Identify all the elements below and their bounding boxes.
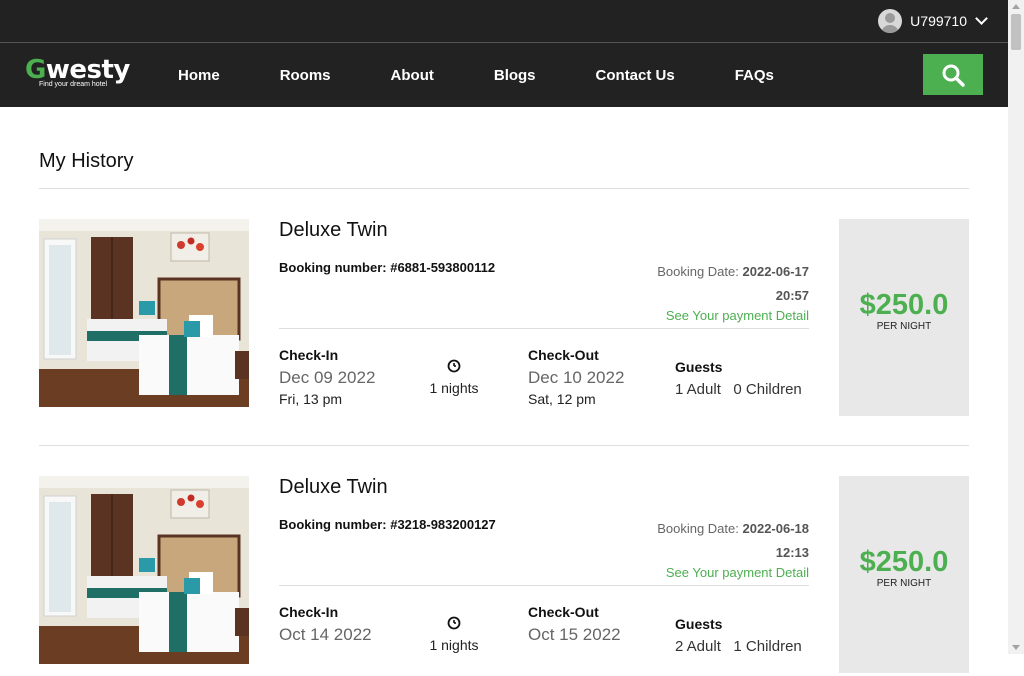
nights-count: 1 nights <box>429 380 479 396</box>
per-night-label: PER NIGHT <box>876 321 932 332</box>
clock-icon <box>447 616 461 630</box>
user-menu[interactable]: U799710 <box>878 9 988 33</box>
room-photo <box>39 476 249 664</box>
check-in: Check-In Oct 14 2022 <box>279 604 372 648</box>
children-count: 1 Children <box>733 638 802 655</box>
booking-card: Deluxe Twin Booking number: #6881-593800… <box>39 219 969 446</box>
nav-faqs[interactable]: FAQs <box>735 67 774 84</box>
divider <box>39 188 969 189</box>
price-box: $250.0 PER NIGHT <box>839 219 969 416</box>
check-in-label: Check-In <box>279 347 339 363</box>
booking-date-value: 2022-06-17 <box>742 264 810 279</box>
page-title: My History <box>39 150 134 172</box>
guests-label: Guests <box>675 616 723 632</box>
check-out-date: Dec 10 2022 <box>528 368 625 387</box>
chevron-down-icon <box>975 12 988 25</box>
guests: Guests 1 Adult 0 Children <box>675 359 802 398</box>
booking-date-label: Booking Date: <box>657 521 739 536</box>
booking-card: Deluxe Twin Booking number: #3218-983200… <box>39 476 969 676</box>
nav-about[interactable]: About <box>391 67 434 84</box>
scroll-thumb[interactable] <box>1011 14 1021 50</box>
check-in-label: Check-In <box>279 604 339 620</box>
booking-number: Booking number: #6881-593800112 <box>279 260 496 275</box>
adults-count: 1 Adult <box>675 381 721 398</box>
nights: 1 nights <box>409 616 499 653</box>
booking-date: Booking Date: 2022-06-18 12:13 <box>579 517 809 565</box>
scroll-up-icon[interactable] <box>1012 4 1020 9</box>
booking-time-value: 12:13 <box>775 545 809 560</box>
price: $250.0 <box>859 289 949 321</box>
per-night-label: PER NIGHT <box>876 578 932 589</box>
booking-date: Booking Date: 2022-06-17 20:57 <box>579 260 809 308</box>
room-name: Deluxe Twin <box>279 219 388 241</box>
scroll-down-icon[interactable] <box>1012 645 1020 650</box>
check-in-date: Dec 09 2022 <box>279 368 376 387</box>
room-name: Deluxe Twin <box>279 476 388 498</box>
search-button[interactable] <box>923 54 983 95</box>
search-icon <box>942 64 965 87</box>
main-navbar: Gwesty Find your dream hotel Home Rooms … <box>0 43 1008 107</box>
divider <box>39 445 969 446</box>
top-bar: U799710 <box>0 0 1008 43</box>
guests-label: Guests <box>675 359 723 375</box>
nav-contact-us[interactable]: Contact Us <box>596 67 675 84</box>
payment-detail-link[interactable]: See Your payment Detail <box>599 565 809 580</box>
check-out-label: Check-Out <box>528 347 599 363</box>
nav-home[interactable]: Home <box>178 67 220 84</box>
user-avatar-icon <box>878 9 903 33</box>
check-out: Check-Out Oct 15 2022 <box>528 604 621 648</box>
guests: Guests 2 Adult 1 Children <box>675 616 802 655</box>
check-in: Check-In Dec 09 2022 Fri, 13 pm <box>279 347 375 407</box>
check-in-date: Oct 14 2022 <box>279 625 372 644</box>
price: $250.0 <box>859 546 949 578</box>
nav-rooms[interactable]: Rooms <box>280 67 331 84</box>
nights-count: 1 nights <box>429 637 479 653</box>
payment-detail-link[interactable]: See Your payment Detail <box>599 308 809 323</box>
adults-count: 2 Adult <box>675 638 721 655</box>
logo[interactable]: Gwesty Find your dream hotel <box>25 57 130 88</box>
room-photo <box>39 219 249 407</box>
nav-blogs[interactable]: Blogs <box>494 67 536 84</box>
booking-date-value: 2022-06-18 <box>742 521 810 536</box>
price-box: $250.0 PER NIGHT <box>839 476 969 673</box>
check-out-label: Check-Out <box>528 604 599 620</box>
booking-date-label: Booking Date: <box>657 264 739 279</box>
clock-icon <box>447 359 461 373</box>
check-out: Check-Out Dec 10 2022 Sat, 12 pm <box>528 347 624 407</box>
check-out-time: Sat, 12 pm <box>528 391 596 407</box>
booking-number: Booking number: #3218-983200127 <box>279 517 496 532</box>
divider <box>279 585 809 586</box>
children-count: 0 Children <box>733 381 802 398</box>
check-out-date: Oct 15 2022 <box>528 625 621 644</box>
check-in-time: Fri, 13 pm <box>279 391 343 407</box>
nights: 1 nights <box>409 359 499 396</box>
username: U799710 <box>910 13 967 29</box>
page-scrollbar[interactable] <box>1008 0 1024 654</box>
booking-time-value: 20:57 <box>775 288 809 303</box>
divider <box>279 328 809 329</box>
primary-nav: Home Rooms About Blogs Contact Us FAQs <box>178 43 834 107</box>
